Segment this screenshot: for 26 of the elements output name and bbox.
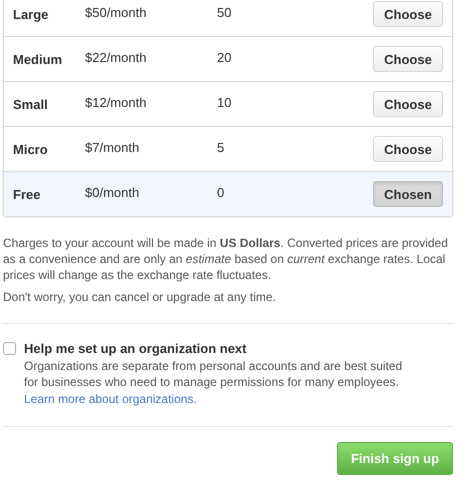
- plan-price: $7/month: [85, 140, 140, 154]
- plan-name: Medium: [13, 52, 64, 66]
- plan-price: $12/month: [85, 94, 148, 110]
- organization-checkbox[interactable]: [3, 342, 16, 355]
- plan-name: Large: [13, 6, 50, 22]
- organizations-link[interactable]: Learn more about organizations.: [24, 392, 197, 406]
- plan-name: Small: [13, 96, 49, 112]
- plan-name: Micro: [13, 142, 49, 156]
- choose-button[interactable]: Choose: [373, 1, 443, 27]
- plan-price: $0/month: [85, 184, 140, 200]
- plan-repos: 10: [217, 94, 232, 110]
- plan-name: Free: [13, 186, 42, 202]
- plan-repos: 5: [217, 140, 226, 154]
- organization-description: Organizations are separate from personal accounts and are best suited for businesses who need to manage permissions for many employees.: [24, 358, 404, 390]
- organization-label: Help me set up an organization next: [24, 340, 248, 358]
- choose-button[interactable]: Choose: [373, 91, 443, 117]
- plan-repos: 0: [217, 184, 226, 200]
- choose-button[interactable]: Choose: [373, 46, 443, 72]
- plan-repos: 50: [217, 4, 232, 20]
- billing-note: Don't worry, you can cancel or upgrade at any time.: [3, 289, 277, 305]
- choose-button[interactable]: Choose: [373, 136, 443, 162]
- plan-price: $50/month: [85, 4, 148, 20]
- plan-repos: 20: [217, 50, 232, 64]
- billing-note: Charges to your account will be made in US Dollars. Converted prices are provided as a convenience and are only an estimate based on current exchange rates. Local prices will change as the exchange rate fluctuates.: [3, 235, 449, 283]
- choose-button[interactable]: Chosen: [373, 181, 443, 207]
- plan-price: $22/month: [85, 50, 148, 64]
